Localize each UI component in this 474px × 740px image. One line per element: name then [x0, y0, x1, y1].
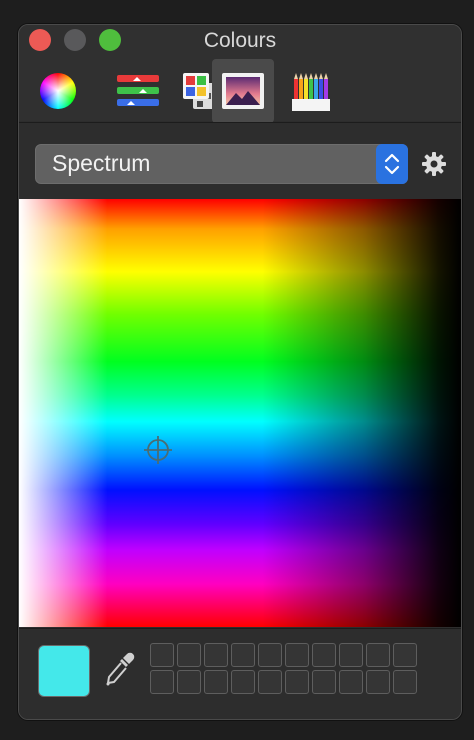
swatch-well[interactable] — [177, 643, 201, 667]
swatch-well[interactable] — [339, 670, 363, 694]
swatch-well[interactable] — [204, 643, 228, 667]
swatch-well[interactable] — [366, 670, 390, 694]
swatch-well[interactable] — [231, 643, 255, 667]
sliders-icon — [117, 75, 159, 106]
toolbar-separator — [19, 122, 461, 123]
colour-spectrum[interactable] — [19, 199, 461, 627]
swatch-well[interactable] — [285, 643, 309, 667]
swatch-well[interactable] — [312, 643, 336, 667]
swatch-well[interactable] — [339, 643, 363, 667]
window-title: Colours — [203, 29, 277, 52]
up-down-chevron-icon[interactable] — [376, 144, 408, 184]
colours-window: Colours Spectrum — [18, 24, 462, 720]
swatch-well[interactable] — [285, 670, 309, 694]
swatch-well[interactable] — [150, 670, 174, 694]
image-palette-icon — [222, 73, 264, 109]
swatch-well[interactable] — [258, 643, 282, 667]
swatch-well[interactable] — [231, 670, 255, 694]
swatch-well[interactable] — [204, 670, 228, 694]
color-wheel-icon — [40, 73, 76, 109]
swatch-well[interactable] — [393, 670, 417, 694]
titlebar: Colours — [19, 25, 461, 123]
eyedropper-icon[interactable] — [104, 651, 136, 689]
swatch-wells — [150, 643, 417, 694]
swatch-well[interactable] — [312, 670, 336, 694]
tab-pencils[interactable] — [281, 59, 343, 123]
tab-colour-wheel[interactable] — [27, 59, 89, 123]
swatch-well[interactable] — [150, 643, 174, 667]
tab-colour-sliders[interactable] — [107, 59, 169, 123]
gear-icon[interactable] — [419, 149, 449, 179]
swatch-well[interactable] — [393, 643, 417, 667]
pencils-icon — [292, 73, 330, 111]
swatch-well[interactable] — [366, 643, 390, 667]
tab-image-palettes[interactable] — [212, 59, 274, 123]
crosshair-icon[interactable] — [143, 435, 173, 465]
current-colour-swatch[interactable] — [38, 645, 90, 697]
picker-mode-label: Spectrum — [52, 150, 151, 176]
spectrum-black-layer — [19, 199, 461, 627]
picker-mode-dropdown[interactable]: Spectrum — [35, 144, 408, 184]
bottom-bar — [19, 628, 461, 719]
picker-toolbar — [19, 57, 461, 123]
swatch-well[interactable] — [258, 670, 282, 694]
swatch-well[interactable] — [177, 670, 201, 694]
